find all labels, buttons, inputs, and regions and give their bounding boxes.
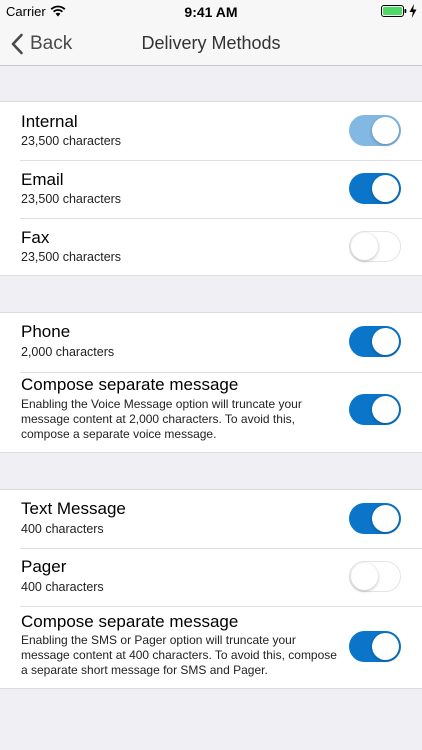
compose-voice-toggle[interactable] (349, 394, 401, 425)
setting-title: Internal (21, 112, 78, 131)
setting-subtitle: 23,500 characters (21, 134, 122, 148)
setting-subtitle: 23,500 characters (21, 192, 122, 206)
setting-subtitle: 23,500 characters (21, 250, 122, 264)
settings-group-standard: Internal 23,500 characters Email 23,500 … (0, 101, 422, 276)
setting-title: Text Message (21, 499, 126, 518)
setting-title: Pager (21, 557, 67, 576)
toggle-knob (350, 562, 378, 590)
setting-row-text-message: Text Message 400 characters (0, 490, 422, 548)
setting-title: Fax (21, 228, 50, 247)
setting-row-phone: Phone 2,000 characters (0, 313, 422, 372)
setting-title: Phone (21, 322, 71, 341)
setting-title: Compose separate message (21, 375, 239, 394)
compose-short-toggle[interactable] (349, 631, 401, 662)
status-time: 9:41 AM (184, 4, 238, 20)
email-toggle[interactable] (349, 173, 401, 204)
settings-group-text: Text Message 400 characters Pager 400 ch… (0, 489, 422, 689)
setting-title: Compose separate message (21, 612, 239, 631)
toggle-knob (372, 396, 399, 423)
phone-toggle[interactable] (349, 326, 401, 357)
toggle-knob (372, 117, 399, 144)
toggle-knob (372, 328, 399, 355)
setting-row-compose-voice: Compose separate message Enabling the Vo… (0, 372, 422, 452)
setting-subtitle: 2,000 characters (21, 345, 115, 359)
setting-row-fax: Fax 23,500 characters (0, 218, 422, 275)
setting-subtitle: 400 characters (21, 580, 104, 594)
setting-row-internal: Internal 23,500 characters (0, 102, 422, 160)
toggle-knob (372, 505, 399, 532)
setting-row-pager: Pager 400 characters (0, 548, 422, 606)
internal-toggle[interactable] (349, 115, 401, 146)
setting-title: Email (21, 170, 64, 189)
charging-bolt-icon (409, 4, 417, 18)
status-bar: Carrier 9:41 AM (0, 0, 422, 24)
setting-description: Enabling the Voice Message option will t… (21, 397, 302, 441)
settings-group-voice: Phone 2,000 characters Compose separate … (0, 312, 422, 453)
page-title: Delivery Methods (141, 33, 281, 53)
battery-icon (381, 5, 407, 17)
toggle-knob (372, 633, 399, 660)
setting-subtitle: 400 characters (21, 522, 104, 536)
fax-toggle[interactable] (349, 231, 401, 262)
setting-row-compose-short: Compose separate message Enabling the SM… (0, 606, 422, 688)
navigation-bar: Back Delivery Methods (0, 24, 422, 66)
setting-row-email: Email 23,500 characters (0, 160, 422, 218)
pager-toggle[interactable] (349, 561, 401, 592)
text-message-toggle[interactable] (349, 503, 401, 534)
toggle-knob (372, 175, 399, 202)
toggle-knob (350, 232, 378, 260)
setting-description: Enabling the SMS or Pager option will tr… (21, 633, 337, 677)
